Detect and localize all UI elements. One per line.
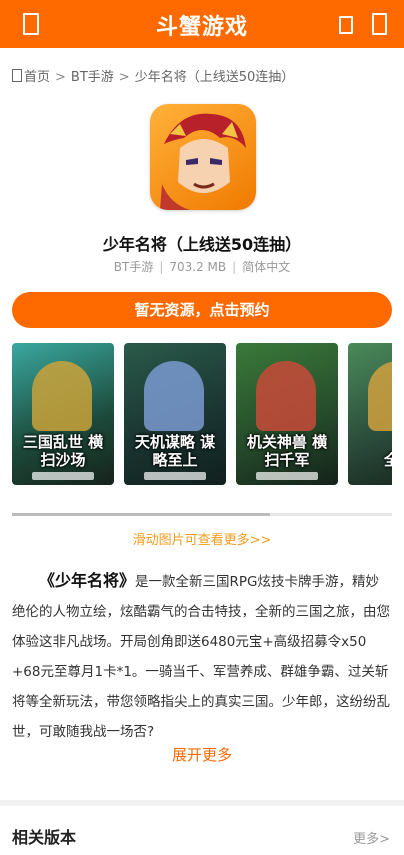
screenshot-banner: [32, 472, 94, 480]
screenshot-figure: [368, 361, 392, 431]
scroll-hint: 滑动图片可查看更多>>: [132, 533, 272, 548]
user-icon[interactable]: [372, 13, 387, 35]
game-meta: BT手游 | 703.2 MB | 简体中文: [0, 258, 404, 275]
breadcrumb-home[interactable]: 首页: [24, 70, 50, 85]
screenshot-caption: 三国乱世 横扫沙场: [22, 433, 104, 469]
screenshot-caption: 全网: [383, 451, 392, 469]
breadcrumb-separator: >: [118, 70, 130, 85]
screenshot-caption: 机关神兽 横扫千军: [246, 433, 328, 469]
breadcrumb-separator: >: [55, 70, 66, 85]
screenshot-1[interactable]: 三国乱世 横扫沙场: [12, 343, 114, 485]
screenshot-figure: [256, 361, 316, 431]
screenshot-4[interactable]: 全网: [348, 343, 392, 485]
description-body: 是一款全新三国RPG炫技卡牌手游，精妙绝伦的人物立绘，炫酷霸气的合击特技，全新的…: [12, 574, 390, 740]
related-versions-title: 相关版本: [12, 828, 77, 847]
breadcrumb-current: 少年名将（上线送50连抽）: [134, 70, 295, 85]
screenshot-2[interactable]: 天机谋略 谋略至上: [124, 343, 226, 485]
game-title: 少年名将（上线送50连抽）: [102, 235, 302, 254]
screenshot-banner: [256, 472, 318, 480]
meta-divider: |: [159, 260, 164, 274]
game-type: BT手游: [113, 260, 154, 274]
carousel-scrollbar-thumb[interactable]: [12, 513, 270, 516]
screenshot-figure: [144, 361, 204, 431]
breadcrumb-category[interactable]: BT手游: [71, 70, 114, 85]
meta-divider: |: [232, 260, 237, 274]
search-icon[interactable]: [339, 16, 353, 34]
game-description: 《少年名将》是一款全新三国RPG炫技卡牌手游，精妙绝伦的人物立绘，炫酷霸气的合击…: [12, 566, 392, 747]
screenshot-banner: [144, 472, 206, 480]
reserve-button[interactable]: 暂无资源，点击预约: [12, 292, 392, 328]
screenshot-figure: [32, 361, 92, 431]
description-title: 《少年名将》: [39, 571, 136, 590]
game-language: 简体中文: [242, 260, 291, 274]
screenshot-carousel[interactable]: 三国乱世 横扫沙场 天机谋略 谋略至上 机关神兽 横扫千军 全网: [12, 343, 392, 515]
game-size: 703.2 MB: [169, 260, 227, 274]
screenshot-3[interactable]: 机关神兽 横扫千军: [236, 343, 338, 485]
related-more-link[interactable]: 更多>: [353, 828, 390, 847]
screenshot-caption: 天机谋略 谋略至上: [134, 433, 216, 469]
app-header: 斗蟹游戏: [0, 0, 404, 48]
home-icon: [12, 69, 22, 82]
expand-more-button[interactable]: 展开更多: [0, 744, 404, 765]
game-icon: [150, 104, 256, 210]
breadcrumb: 首页 > BT手游 > 少年名将（上线送50连抽）: [12, 66, 294, 85]
section-divider: [0, 800, 404, 806]
